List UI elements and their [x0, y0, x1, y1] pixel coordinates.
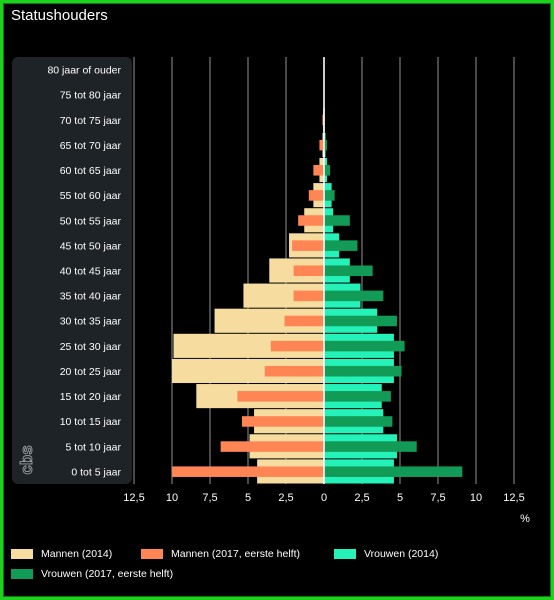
- x-tick-label: 5: [245, 492, 251, 504]
- legend-swatch: [334, 549, 356, 559]
- bar-mannen-2017: [220, 441, 324, 452]
- legend-item-vrouwen-2017[interactable]: Vrouwen (2017, eerste helft): [11, 568, 173, 580]
- bar-vrouwen-2017: [324, 416, 393, 427]
- x-tick-label: 12,5: [123, 492, 144, 504]
- legend-label: Vrouwen (2014): [364, 548, 439, 560]
- x-tick-label: 2,5: [354, 492, 369, 504]
- x-tick-label: 0: [321, 492, 327, 504]
- legend-item-mannen-2017[interactable]: Mannen (2017, eerste helft): [141, 548, 300, 560]
- x-tick-label: 12,5: [503, 492, 524, 504]
- category-label: 75 tot 80 jaar: [60, 90, 122, 102]
- category-label: 65 tot 70 jaar: [60, 140, 122, 152]
- bar-mannen-2017: [270, 340, 324, 352]
- category-label: 70 tot 75 jaar: [60, 115, 122, 127]
- legend-swatch: [141, 549, 163, 559]
- category-label: 55 tot 60 jaar: [60, 190, 122, 202]
- legend-swatch: [11, 569, 33, 579]
- bar-mannen-2017: [237, 391, 324, 402]
- x-tick-label: 7,5: [202, 492, 217, 504]
- bar-vrouwen-2017: [324, 340, 405, 352]
- bar-mannen-2017: [293, 265, 324, 277]
- legend-swatch: [11, 549, 33, 559]
- category-label: 30 tot 35 jaar: [60, 316, 122, 328]
- bar-mannen-2017: [284, 315, 324, 327]
- category-label: 15 tot 20 jaar: [60, 391, 122, 403]
- bar-vrouwen-2017: [324, 215, 350, 226]
- bar-mannen-2017: [292, 240, 324, 251]
- x-tick-label: 10: [470, 492, 482, 504]
- x-tick-label: 2,5: [278, 492, 293, 504]
- bar-vrouwen-2017: [324, 190, 335, 201]
- bar-vrouwen-2017: [324, 365, 402, 377]
- population-pyramid-chart: 80 jaar of ouder 75 tot 80 jaar 70 tot 75 …: [12, 57, 530, 525]
- x-tick-label: 5: [397, 492, 403, 504]
- legend-label: Vrouwen (2017, eerste helft): [41, 568, 174, 580]
- cbs-logo: cbs: [17, 445, 37, 475]
- bar-mannen-2017: [298, 215, 324, 226]
- category-label: 20 tot 25 jaar: [60, 366, 122, 378]
- bar-vrouwen-2017: [324, 315, 397, 327]
- category-label: 0 tot 5 jaar: [71, 466, 121, 478]
- legend-item-vrouwen-2014[interactable]: Vrouwen (2014): [334, 548, 438, 560]
- category-label: 10 tot 15 jaar: [60, 416, 122, 428]
- bar-vrouwen-2017: [324, 441, 417, 452]
- bar-mannen-2017: [241, 416, 324, 427]
- x-tick-label: 10: [166, 492, 178, 504]
- legend-label: Mannen (2017, eerste helft): [171, 548, 300, 560]
- bar-mannen-2017: [313, 165, 324, 176]
- bar-mannen-2017: [172, 466, 324, 477]
- category-label: 60 tot 65 jaar: [60, 165, 122, 177]
- bar-vrouwen-2017: [324, 391, 391, 402]
- legend-item-mannen-2014[interactable]: Mannen (2014): [11, 548, 112, 560]
- category-label: 25 tot 30 jaar: [60, 341, 122, 353]
- category-label: 50 tot 55 jaar: [60, 215, 122, 227]
- category-label: 80 jaar of ouder: [47, 65, 121, 77]
- bar-vrouwen-2017: [324, 466, 463, 477]
- legend-label: Mannen (2014): [41, 548, 113, 560]
- category-label: 45 tot 50 jaar: [60, 240, 122, 252]
- x-tick-label: 7,5: [430, 492, 445, 504]
- category-label: 35 tot 40 jaar: [60, 291, 122, 303]
- bar-vrouwen-2017: [324, 265, 373, 277]
- bar-mannen-2017: [293, 290, 324, 302]
- bar-vrouwen-2017: [324, 240, 358, 251]
- bar-vrouwen-2017: [324, 290, 384, 302]
- bar-vrouwen-2017: [324, 165, 331, 176]
- cbs-logo-text: cbs: [17, 445, 36, 474]
- category-label: 5 tot 10 jaar: [66, 441, 122, 453]
- category-label: 40 tot 45 jaar: [60, 266, 122, 278]
- x-unit-label: %: [520, 513, 530, 525]
- bar-mannen-2017: [264, 365, 324, 377]
- bar-mannen-2017: [308, 190, 324, 201]
